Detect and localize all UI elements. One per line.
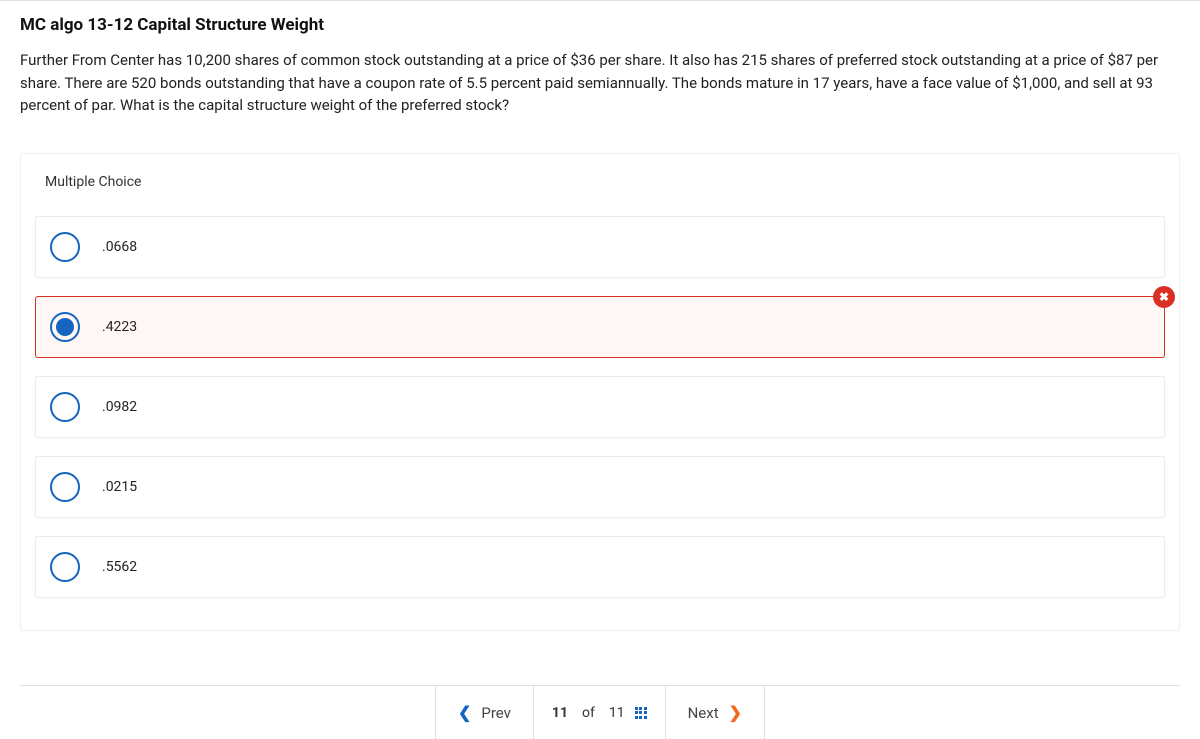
radio-icon xyxy=(50,552,80,582)
incorrect-icon: ✖ xyxy=(1153,286,1175,308)
choices-panel: Multiple Choice .0668 .4223 ✖ .0982 .021… xyxy=(20,153,1180,631)
choice-label: .4223 xyxy=(102,319,137,335)
choice-label: .0215 xyxy=(102,479,137,495)
choice-option[interactable]: .4223 ✖ xyxy=(35,296,1165,358)
choice-label: .0982 xyxy=(102,399,137,415)
counter-of: of xyxy=(582,705,595,721)
radio-icon xyxy=(50,232,80,262)
chevron-right-icon: ❯ xyxy=(729,703,742,722)
question-counter[interactable]: 11 of 11 xyxy=(533,686,665,739)
question-title: MC algo 13-12 Capital Structure Weight xyxy=(20,15,1180,35)
footer-nav: ❮ Prev 11 of 11 Next ❯ xyxy=(20,685,1180,739)
choice-option[interactable]: .0668 xyxy=(35,216,1165,278)
radio-icon xyxy=(50,472,80,502)
radio-icon xyxy=(50,312,80,342)
next-label: Next xyxy=(688,704,719,722)
prev-button[interactable]: ❮ Prev xyxy=(435,686,533,739)
choice-label: .5562 xyxy=(102,559,137,575)
multiple-choice-header: Multiple Choice xyxy=(21,174,1179,216)
prev-label: Prev xyxy=(481,704,511,722)
chevron-left-icon: ❮ xyxy=(458,703,471,722)
grid-icon xyxy=(635,707,647,719)
choice-option[interactable]: .0982 xyxy=(35,376,1165,438)
question-prompt: Further From Center has 10,200 shares of… xyxy=(20,49,1180,117)
radio-icon xyxy=(50,392,80,422)
choice-label: .0668 xyxy=(102,239,137,255)
counter-total: 11 xyxy=(609,705,625,721)
choice-option[interactable]: .0215 xyxy=(35,456,1165,518)
choice-option[interactable]: .5562 xyxy=(35,536,1165,598)
counter-current: 11 xyxy=(552,705,568,721)
next-button[interactable]: Next ❯ xyxy=(665,686,765,739)
